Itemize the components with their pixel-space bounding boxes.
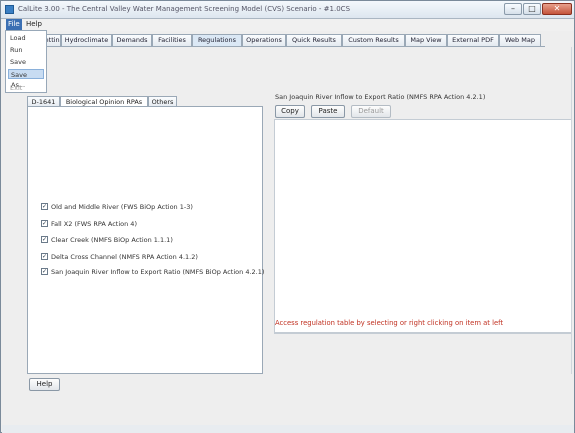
menu-item-run[interactable]: Run	[8, 45, 44, 55]
checkbox-row-fall-x2[interactable]: ✓ Fall X2 (FWS RPA Action 4)	[41, 219, 137, 229]
checkbox-row-sjr-ie-ratio[interactable]: ✓ San Joaquin River Inflow to Export Rati…	[41, 267, 264, 277]
tab-hydroclimate[interactable]: Hydroclimate	[61, 34, 112, 46]
checkbox-fall-x2-label: Fall X2 (FWS RPA Action 4)	[51, 220, 137, 228]
checkbox-fall-x2[interactable]: ✓	[41, 219, 48, 227]
regulation-hint-text: Access regulation table by selecting or …	[275, 319, 504, 327]
checkbox-row-delta-cross-channel[interactable]: ✓ Delta Cross Channel (NMFS RPA Action 4.…	[41, 252, 198, 262]
tab-custom-results[interactable]: Custom Results	[342, 34, 405, 46]
checkbox-delta-cross-channel[interactable]: ✓	[41, 252, 48, 260]
tab-facilities[interactable]: Facilities	[152, 34, 192, 46]
menu-item-exit[interactable]: Exit	[8, 83, 44, 93]
regulation-table-area[interactable]	[274, 119, 572, 333]
maximize-button[interactable]: □	[523, 3, 541, 15]
tab-quick-results[interactable]: Quick Results	[286, 34, 342, 46]
checkbox-delta-cross-channel-label: Delta Cross Channel (NMFS RPA Action 4.1…	[51, 253, 198, 261]
tab-demands[interactable]: Demands	[112, 34, 152, 46]
help-button[interactable]: Help	[29, 378, 60, 391]
menu-item-save-as[interactable]: Save As...	[8, 69, 44, 89]
application-window: CalLite 3.00 - The Central Valley Water …	[0, 0, 575, 433]
tab-map-view[interactable]: Map View	[405, 34, 447, 46]
status-bar	[2, 425, 574, 433]
close-button[interactable]: ✕	[542, 3, 572, 15]
window-title: CalLite 3.00 - The Central Valley Water …	[18, 5, 351, 13]
regulations-panel: D-1641 Biological Opinion RPAs Others ✓ O…	[25, 47, 572, 391]
tab-web-map[interactable]: Web Map	[499, 34, 541, 46]
checkbox-omr[interactable]: ✓	[41, 202, 48, 210]
tab-operations[interactable]: Operations	[242, 34, 286, 46]
right-edge-divider	[571, 47, 572, 374]
tab-external-pdf[interactable]: External PDF	[447, 34, 499, 46]
checkbox-sjr-ie-ratio[interactable]: ✓	[41, 267, 48, 275]
copy-button[interactable]: Copy	[275, 105, 305, 118]
app-icon	[5, 5, 14, 14]
checkbox-sjr-ie-ratio-label: San Joaquin River Inflow to Export Ratio…	[51, 268, 265, 276]
detail-divider	[274, 333, 572, 334]
menu-file[interactable]: File	[6, 19, 22, 30]
menu-bar: File Help	[2, 19, 574, 31]
checkbox-row-omr[interactable]: ✓ Old and Middle River (FWS BiOp Action 1…	[41, 202, 193, 212]
default-button[interactable]: Default	[351, 105, 391, 118]
menu-help[interactable]: Help	[24, 19, 44, 30]
checkbox-row-clear-creek[interactable]: ✓ Clear Creek (NMFS BiOp Action 1.1.1)	[41, 235, 173, 245]
minimize-button[interactable]: –	[504, 3, 522, 15]
checkbox-omr-label: Old and Middle River (FWS BiOp Action 1-…	[51, 203, 193, 211]
rpa-checkbox-list: ✓ Old and Middle River (FWS BiOp Action 1…	[27, 106, 264, 374]
checkbox-clear-creek-label: Clear Creek (NMFS BiOp Action 1.1.1)	[51, 236, 173, 244]
paste-button[interactable]: Paste	[311, 105, 345, 118]
file-menu-dropdown: Load Run Save Save As... Exit	[5, 30, 47, 93]
tab-regulations[interactable]: Regulations	[192, 34, 242, 46]
regulation-detail-title: San Joaquin River Inflow to Export Ratio…	[275, 93, 486, 101]
title-bar: CalLite 3.00 - The Central Valley Water …	[1, 1, 574, 19]
checkbox-clear-creek[interactable]: ✓	[41, 235, 48, 243]
menu-item-save[interactable]: Save	[8, 57, 44, 67]
menu-item-load[interactable]: Load	[8, 33, 44, 43]
